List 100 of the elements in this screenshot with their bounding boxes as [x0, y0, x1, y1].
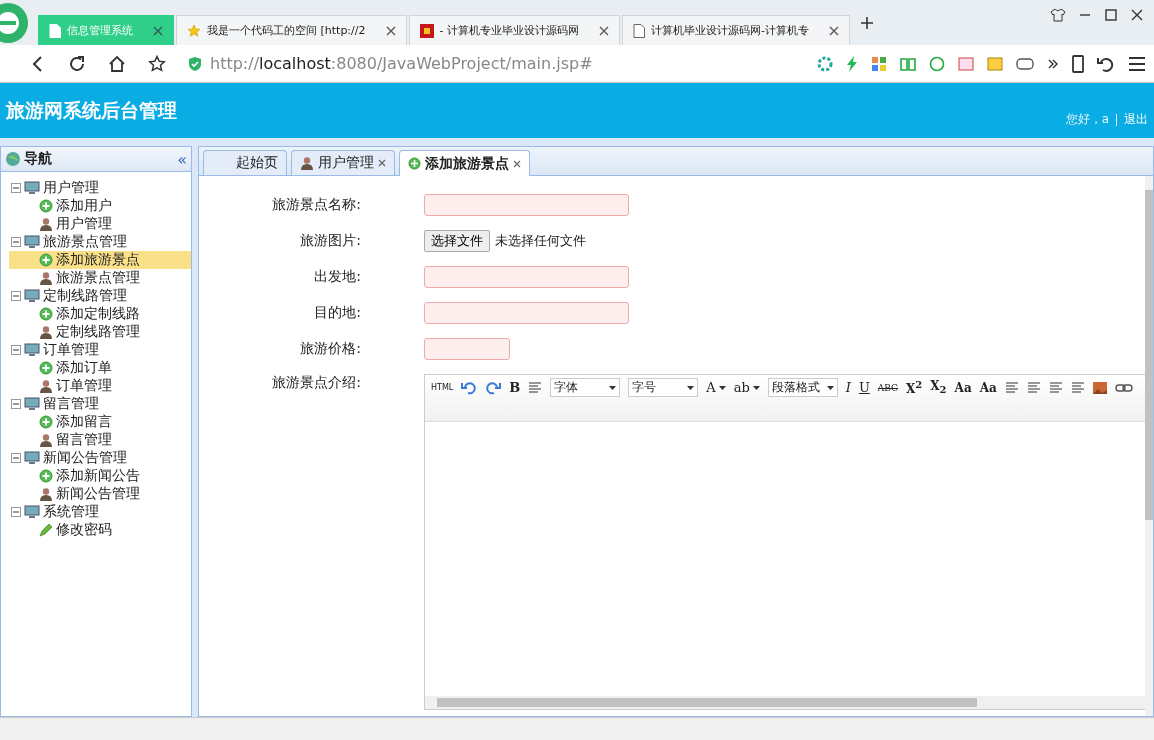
grid-icon[interactable]	[871, 55, 887, 72]
tree-group[interactable]: 新闻公告管理	[43, 449, 127, 467]
tree-group[interactable]: 系统管理	[43, 503, 99, 521]
tree-group[interactable]: 订单管理	[43, 341, 99, 359]
tree-item[interactable]: 添加用户	[9, 197, 191, 215]
new-tab-icon[interactable]	[859, 15, 874, 30]
underline-button[interactable]: U	[858, 380, 870, 395]
input-field[interactable]	[424, 338, 510, 360]
monitor-icon	[24, 343, 40, 357]
collapse-toggle-icon[interactable]	[11, 291, 21, 301]
image-icon[interactable]	[1092, 381, 1107, 394]
extension-icon[interactable]	[817, 55, 833, 72]
tree-item[interactable]: 旅游景点管理	[9, 269, 191, 287]
home-icon[interactable]	[108, 54, 126, 73]
close-icon[interactable]	[1130, 8, 1144, 22]
caret-icon	[687, 385, 695, 390]
tree-group[interactable]: 定制线路管理	[43, 287, 127, 305]
address-field[interactable]: http://localhost:8080/JavaWebProject/main.jsp#	[188, 50, 658, 77]
tree-group[interactable]: 用户管理	[43, 179, 99, 197]
input-field[interactable]	[424, 266, 629, 288]
globe-icon	[5, 151, 21, 167]
nav-header: 导航 «	[1, 147, 191, 172]
choose-file-button[interactable]: 选择文件	[424, 230, 490, 252]
reload-icon[interactable]	[68, 54, 86, 73]
tree-item[interactable]: 用户管理	[9, 215, 191, 233]
format-dropdown[interactable]: 字号	[628, 378, 699, 397]
star-icon[interactable]	[148, 54, 166, 73]
tree-item[interactable]: 添加定制线路	[9, 305, 191, 323]
tree-item[interactable]: 订单管理	[9, 377, 191, 395]
align-icon[interactable]	[1070, 381, 1085, 394]
browser-tab[interactable]: 我是一个代码工的空间 [http://2	[176, 15, 407, 45]
collapse-button[interactable]: «	[177, 149, 187, 169]
tree-item[interactable]: 添加旅游景点	[9, 251, 191, 269]
link-icon[interactable]	[1114, 382, 1133, 393]
close-icon[interactable]	[385, 25, 396, 36]
field-label: 旅游价格:	[299, 340, 362, 358]
collapse-toggle-icon[interactable]	[11, 507, 21, 517]
color-button[interactable]: A	[706, 380, 726, 395]
align-icon[interactable]	[1026, 381, 1041, 394]
close-icon[interactable]	[378, 159, 386, 167]
caret-icon	[609, 385, 617, 390]
input-field[interactable]	[424, 194, 629, 216]
user-icon	[39, 217, 53, 231]
collapse-toggle-icon[interactable]	[11, 399, 21, 409]
align-icon[interactable]	[1004, 381, 1019, 394]
add-icon	[39, 469, 53, 483]
close-icon[interactable]	[598, 25, 609, 36]
tree-item[interactable]: 添加新闻公告	[9, 467, 191, 485]
horizontal-scrollbar[interactable]	[425, 696, 1145, 709]
tree-item[interactable]: 添加留言	[9, 413, 191, 431]
field-label: 旅游景点名称:	[271, 196, 362, 214]
tree-group[interactable]: 旅游景点管理	[43, 233, 127, 251]
tree-item[interactable]: 留言管理	[9, 431, 191, 449]
collapse-toggle-icon[interactable]	[11, 183, 21, 193]
tree-item[interactable]: 新闻公告管理	[9, 485, 191, 503]
bold-button[interactable]: B	[509, 380, 521, 395]
shirt-icon[interactable]	[1050, 8, 1066, 22]
input-field[interactable]	[424, 302, 629, 324]
format-button[interactable]: X$_{2}$	[930, 379, 947, 396]
phone-icon[interactable]	[1072, 54, 1084, 73]
lightning-icon[interactable]	[846, 55, 858, 72]
vertical-scrollbar[interactable]	[1145, 176, 1153, 716]
add-icon	[39, 361, 53, 375]
browser-tab[interactable]: 计算机毕业设计源码网-计算机专	[621, 15, 850, 45]
caret-icon	[826, 385, 834, 390]
user-icon	[300, 156, 314, 170]
strikethrough-button[interactable]: ABC	[877, 382, 898, 393]
user-icon	[39, 433, 53, 447]
html-button[interactable]: HTML	[431, 383, 454, 392]
format-dropdown[interactable]: 字体	[550, 378, 621, 397]
tree-item[interactable]: 修改密码	[9, 521, 191, 539]
format-button[interactable]: Aa	[954, 380, 972, 395]
menu-icon[interactable]	[1128, 55, 1146, 72]
collapse-toggle-icon[interactable]	[11, 345, 21, 355]
star-icon	[187, 23, 201, 38]
format-button[interactable]: Aa	[979, 380, 997, 395]
monitor-icon	[24, 181, 40, 195]
tree-item[interactable]: 定制线路管理	[9, 323, 191, 341]
collapse-toggle-icon[interactable]	[11, 237, 21, 247]
align-icon[interactable]	[1048, 381, 1063, 394]
page-tab[interactable]: 起始页	[203, 150, 287, 175]
browser-logo-icon[interactable]	[0, 2, 30, 43]
color-button[interactable]: ab	[733, 380, 760, 395]
monitor-icon	[24, 505, 40, 519]
redo-icon[interactable]	[485, 380, 502, 395]
page-icon	[49, 23, 61, 38]
collapse-toggle-icon[interactable]	[11, 453, 21, 463]
page-tab[interactable]: 添加旅游景点	[399, 150, 530, 176]
browser-tab[interactable]: - 计算机专业毕业设计源码网	[408, 15, 620, 45]
format-button[interactable]: X$^{2}$	[906, 379, 923, 396]
align-icon[interactable]	[528, 381, 543, 394]
maximize-icon[interactable]	[1104, 8, 1118, 22]
tree-group[interactable]: 留言管理	[43, 395, 99, 413]
italic-button[interactable]: I	[845, 380, 851, 395]
close-icon[interactable]	[513, 159, 521, 168]
page-tab[interactable]: 用户管理	[291, 150, 395, 175]
book-icon[interactable]	[900, 55, 916, 72]
tree-item[interactable]: 添加订单	[9, 359, 191, 377]
close-icon[interactable]	[828, 25, 839, 36]
format-dropdown[interactable]: 段落格式	[767, 378, 838, 397]
